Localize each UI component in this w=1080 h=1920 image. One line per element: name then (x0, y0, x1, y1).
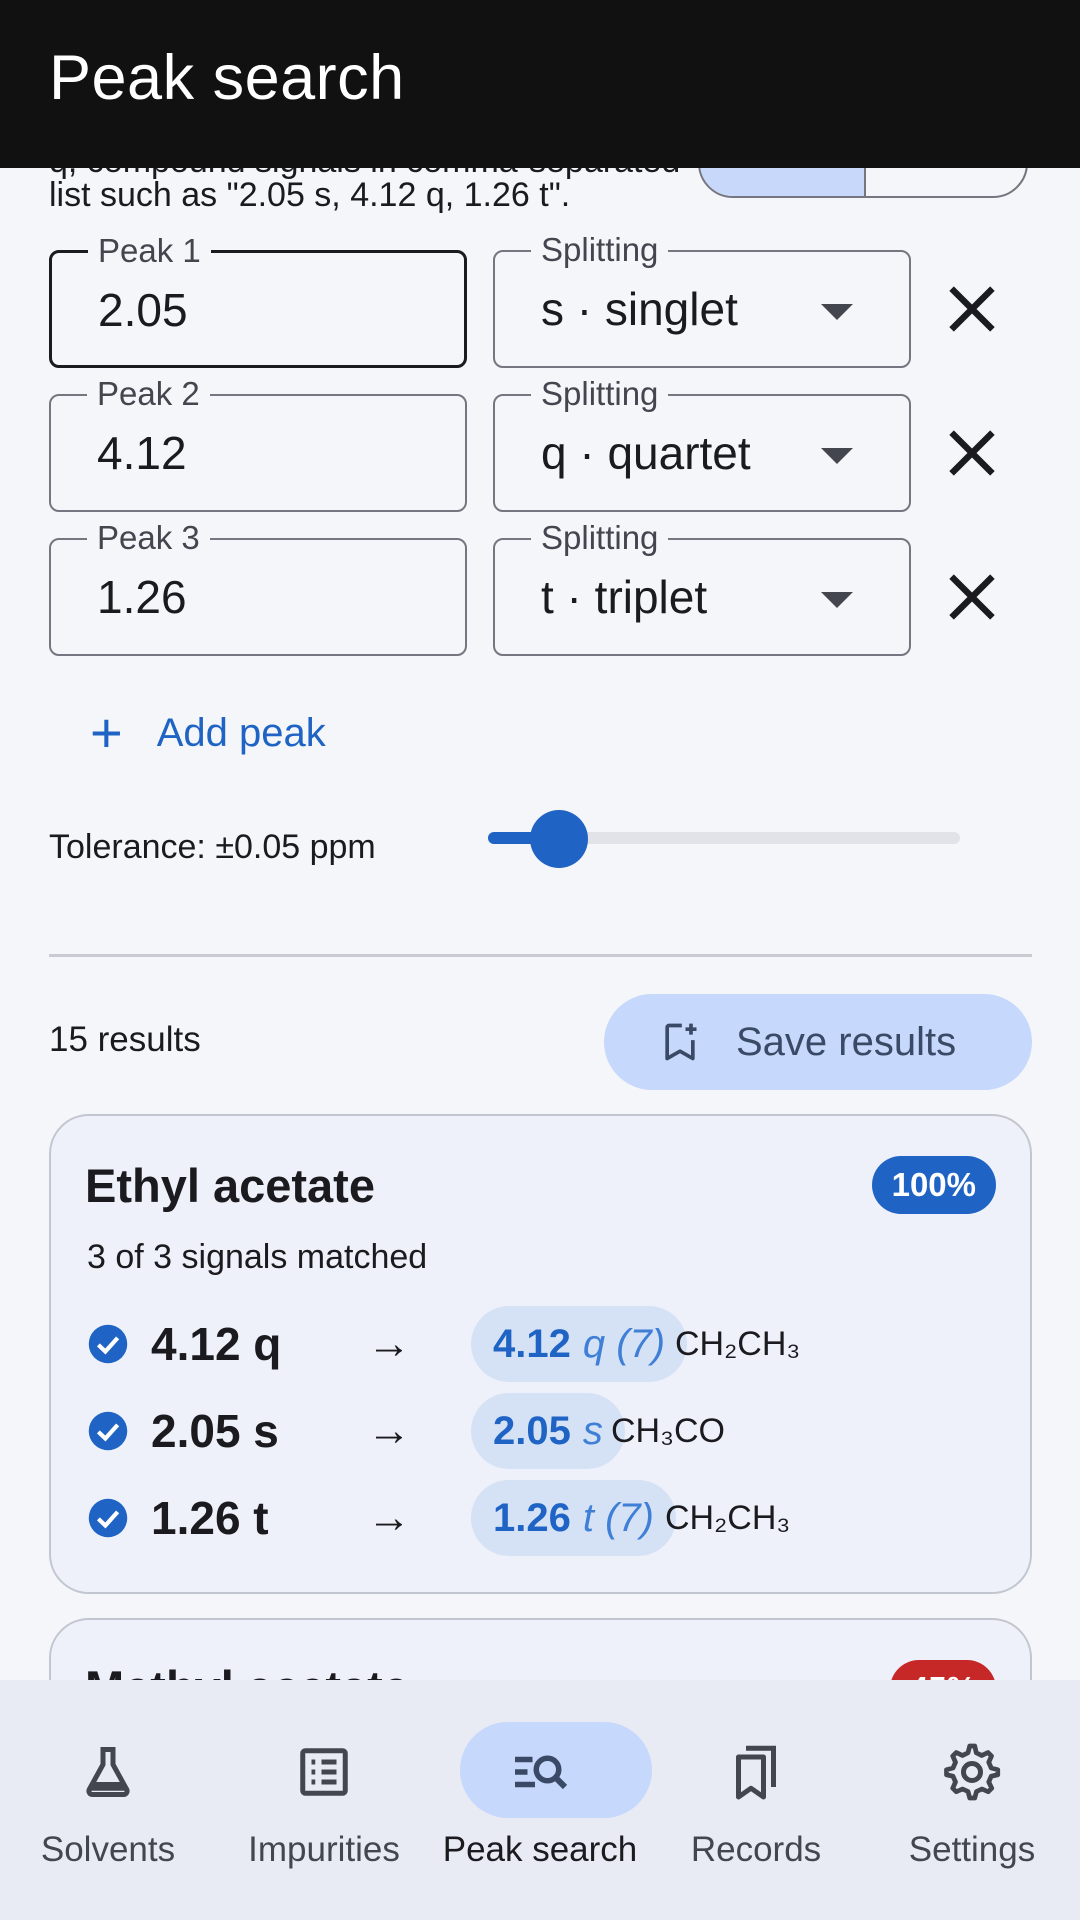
chevron-down-icon (821, 448, 853, 464)
peak-2-field[interactable]: Peak 2 4.12 (49, 376, 467, 512)
match-score-badge: 45% (889, 1660, 996, 1680)
peak-1-label: Peak 1 (88, 233, 211, 269)
reference-shift: 2.05 (493, 1408, 571, 1453)
reference-peak-chip: 1.26 t (7) (471, 1480, 676, 1556)
observed-peak: 1.26 t (151, 1492, 269, 1544)
chevron-down-icon (821, 592, 853, 608)
reference-multiplicity: s (582, 1408, 603, 1453)
flask-icon (78, 1742, 138, 1802)
nav-item-peak-search[interactable]: Peak search (432, 1680, 652, 1920)
reference-shift: 1.26 (493, 1495, 571, 1540)
splitting-3-select[interactable]: Splitting t · triplet (493, 520, 911, 656)
remove-peak-3-button[interactable] (937, 562, 1007, 632)
reference-multiplicity: q (7) (582, 1321, 666, 1366)
assigned-group: CH₂CH₃ (675, 1324, 801, 1363)
match-summary: 3 of 3 signals matched (87, 1238, 428, 1276)
peak-3-value[interactable]: 1.26 (97, 570, 187, 624)
nav-label: Settings (908, 1830, 1036, 1869)
signal-row: 1.26 t → 1.26 t (7) CH₂CH₃ (87, 1480, 790, 1556)
add-peak-label: Add peak (156, 710, 326, 755)
splitting-1-label: Splitting (531, 232, 669, 268)
peak-3-field[interactable]: Peak 3 1.26 (49, 520, 467, 656)
content-scroll[interactable]: q, compound signals in comma-separated l… (0, 168, 1080, 1680)
splitting-1-value: s · singlet (541, 283, 738, 335)
arrow-icon: → (367, 1319, 411, 1368)
bookmarks-icon (726, 1742, 786, 1802)
plus-icon: + (90, 701, 123, 764)
gear-icon (942, 1742, 1002, 1802)
reference-multiplicity: t (7) (582, 1495, 654, 1540)
app-bar: Peak search (0, 0, 1080, 168)
nav-label: Solvents (40, 1830, 176, 1869)
result-card[interactable]: Ethyl acetate 100% 3 of 3 signals matche… (49, 1114, 1032, 1594)
check-circle-icon (88, 1324, 128, 1364)
peak-2-value[interactable]: 4.12 (97, 426, 187, 480)
results-count: 15 results (49, 1020, 201, 1059)
reference-peak-chip: 4.12 q (7) (471, 1306, 688, 1382)
tolerance-slider[interactable] (488, 808, 960, 868)
observed-peak: 4.12 q (151, 1318, 282, 1370)
check-circle-icon (88, 1498, 128, 1538)
nav-item-settings[interactable]: Settings (864, 1680, 1080, 1920)
arrow-icon: → (367, 1493, 411, 1542)
nav-item-impurities[interactable]: Impurities (216, 1680, 432, 1920)
mode-option[interactable] (866, 168, 1026, 196)
input-mode-toggle[interactable] (698, 168, 1028, 198)
match-score-badge: 100% (871, 1156, 996, 1214)
bottom-navigation: Solvents Impurities Peak search Records … (0, 1680, 1080, 1920)
instructions-line-cut: q, compound signals in comma-separated (49, 168, 680, 182)
nav-label: Records (690, 1830, 822, 1869)
reference-peak-chip: 2.05 s (471, 1393, 625, 1469)
compound-name: Ethyl acetate (85, 1159, 375, 1212)
section-divider (49, 954, 1032, 957)
close-icon (949, 286, 995, 332)
result-card[interactable]: Methyl acetate 45% (49, 1618, 1032, 1680)
splitting-3-value: t · triplet (541, 571, 708, 623)
assigned-group: CH₃CO (611, 1411, 725, 1450)
bookmark-add-icon (665, 1023, 697, 1061)
splitting-1-select[interactable]: Splitting s · singlet (493, 232, 911, 368)
slider-thumb[interactable] (529, 810, 588, 868)
remove-peak-1-button[interactable] (937, 274, 1007, 344)
observed-peak: 2.05 s (151, 1405, 279, 1457)
add-peak-button[interactable]: + Add peak (90, 698, 326, 768)
nav-item-records[interactable]: Records (648, 1680, 864, 1920)
nav-label: Peak search (442, 1830, 638, 1869)
splitting-2-value: q · quartet (541, 427, 751, 479)
peak-1-field[interactable]: Peak 1 2.05 (49, 233, 467, 368)
splitting-2-label: Splitting (531, 376, 669, 412)
instructions-text: q, compound signals in comma-separated l… (49, 168, 680, 216)
splitting-2-select[interactable]: Splitting q · quartet (493, 376, 911, 512)
nav-label: Impurities (248, 1830, 400, 1869)
signal-row: 2.05 s → 2.05 s CH₃CO (87, 1393, 725, 1469)
signal-row: 4.12 q → 4.12 q (7) CH₂CH₃ (87, 1306, 800, 1382)
save-results-label: Save results (736, 1019, 957, 1064)
page-title: Peak search (49, 43, 405, 113)
nav-item-solvents[interactable]: Solvents (0, 1680, 216, 1920)
peak-1-value[interactable]: 2.05 (98, 283, 188, 337)
peak-3-label: Peak 3 (87, 520, 210, 556)
arrow-icon: → (367, 1406, 411, 1455)
save-results-button[interactable]: Save results (604, 994, 1032, 1090)
assigned-group: CH₂CH₃ (665, 1498, 791, 1537)
check-circle-icon (88, 1411, 128, 1451)
close-icon (949, 430, 995, 476)
mode-option-selected[interactable] (700, 168, 866, 196)
remove-peak-2-button[interactable] (937, 418, 1007, 488)
list-icon (294, 1742, 354, 1802)
compound-name: Methyl acetate (85, 1660, 409, 1680)
reference-shift: 4.12 (493, 1321, 571, 1366)
tolerance-label: Tolerance: ±0.05 ppm (49, 828, 376, 866)
chevron-down-icon (821, 304, 853, 320)
peak-search-icon (510, 1742, 570, 1802)
peak-2-label: Peak 2 (87, 376, 210, 412)
splitting-3-label: Splitting (531, 520, 669, 556)
close-icon (949, 574, 995, 620)
